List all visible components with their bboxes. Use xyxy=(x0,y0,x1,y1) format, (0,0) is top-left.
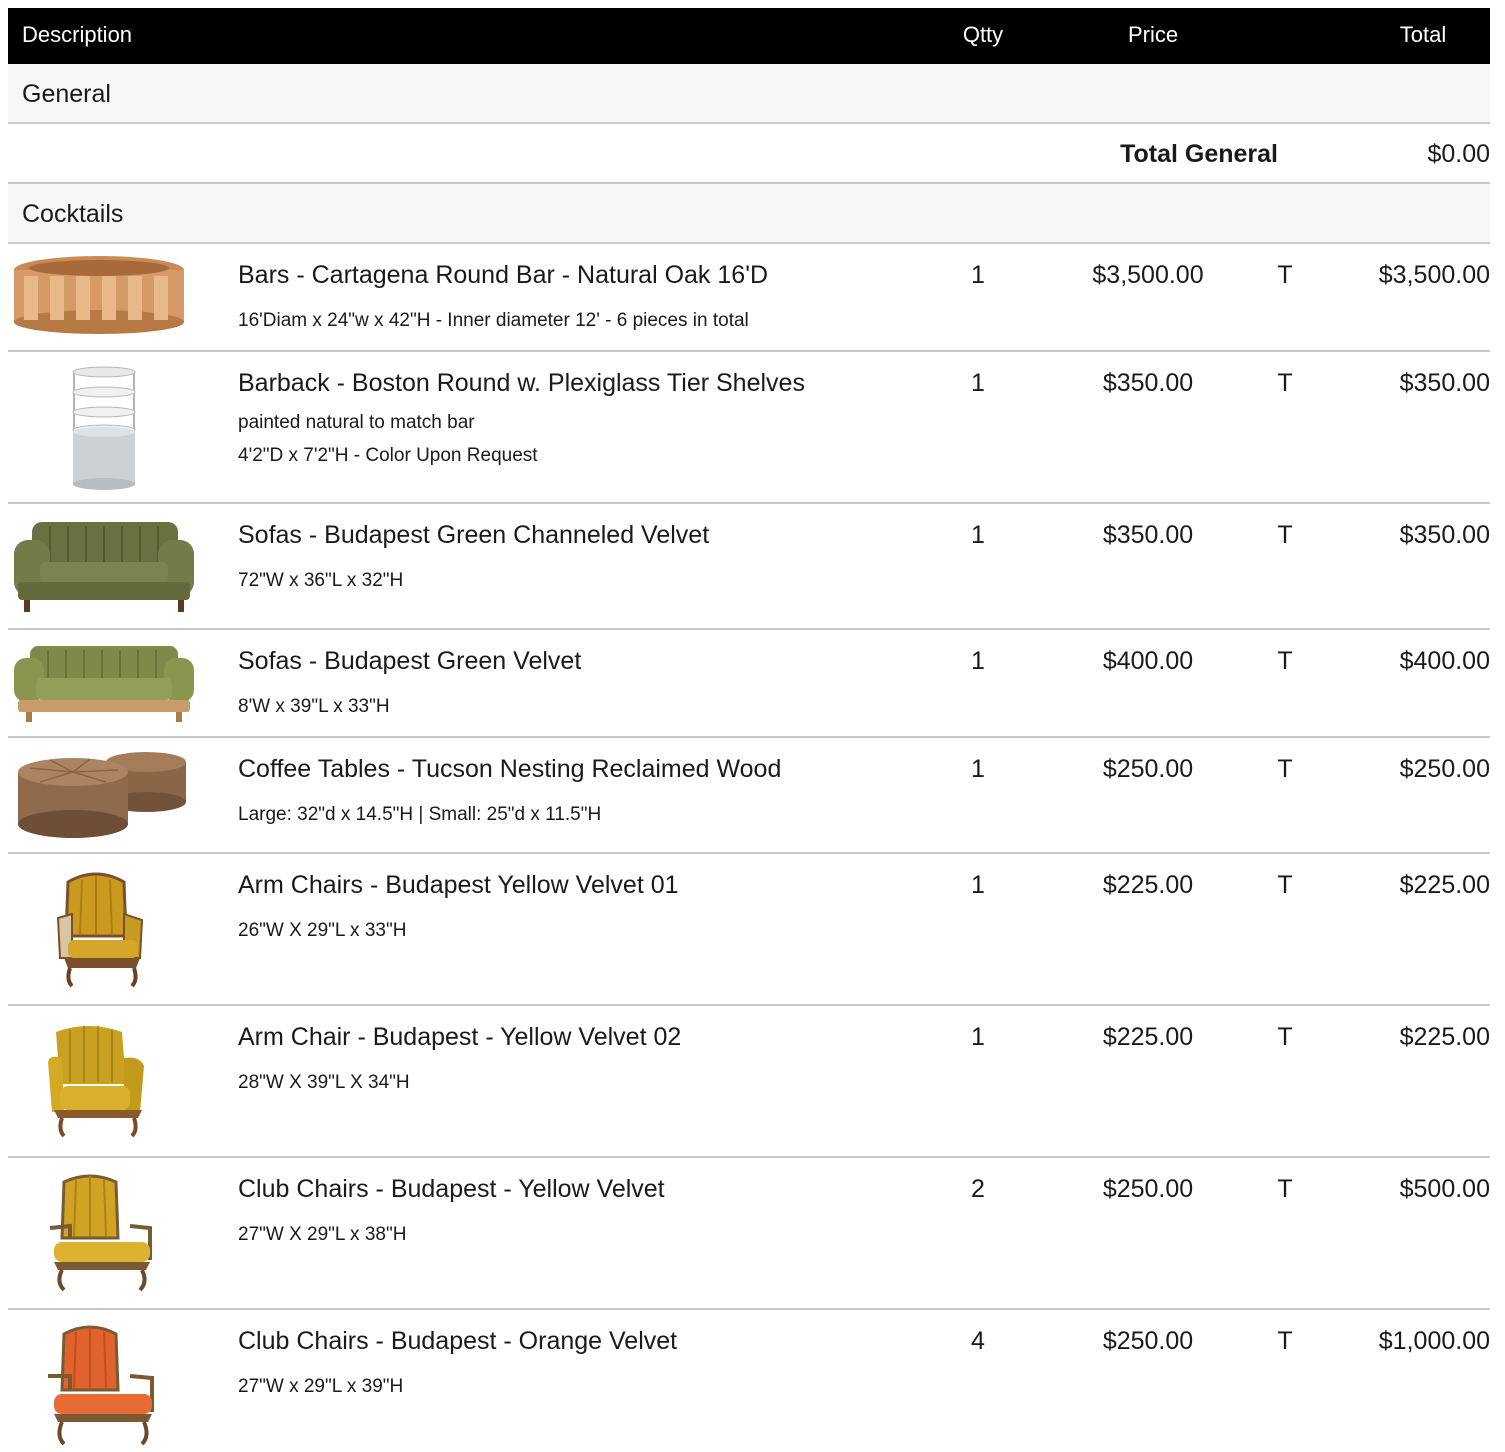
item-price: $225.00 xyxy=(1102,1023,1194,1051)
section-title: General xyxy=(22,80,111,108)
item-details: 72"W x 36"L x 32"H xyxy=(238,564,403,597)
item-price: $250.00 xyxy=(1102,1175,1194,1203)
item-details: painted natural to match bar 4'2"D x 7'2… xyxy=(238,406,538,472)
item-detail-line: 27"W X 29"L x 38"H xyxy=(238,1224,407,1245)
header-price: Price xyxy=(1127,22,1179,47)
section-cocktails: Cocktails xyxy=(8,184,1490,244)
quote-sheet: Description Qtty Price Total General Tot… xyxy=(8,8,1490,1450)
subtotal-value: $0.00 xyxy=(1427,140,1490,168)
coffee-tables-image xyxy=(10,746,198,842)
item-detail-line: 26"W X 29"L x 33"H xyxy=(238,920,407,941)
item-name: Sofas - Budapest Green Channeled Velvet xyxy=(238,521,710,549)
item-name: Club Chairs - Budapest - Yellow Velvet xyxy=(238,1175,665,1203)
item-name: Coffee Tables - Tucson Nesting Reclaimed… xyxy=(238,755,782,783)
item-detail-line: 8'W x 39"L x 33"H xyxy=(238,696,390,717)
item-details: 27"W X 29"L x 38"H xyxy=(238,1218,406,1251)
item-name: Club Chairs - Budapest - Orange Velvet xyxy=(238,1327,678,1355)
item-details: 27"W x 29"L x 39"H xyxy=(238,1370,403,1403)
item-qty: 1 xyxy=(971,521,985,549)
table-row: Sofas - Budapest Green Channeled Velvet … xyxy=(8,504,1490,630)
item-total: $225.00 xyxy=(1399,871,1490,899)
header-description: Description xyxy=(22,22,133,47)
item-qty: 4 xyxy=(971,1327,985,1355)
item-details: Large: 32"d x 14.5"H | Small: 25"d x 11.… xyxy=(238,798,601,831)
table-row: Arm Chair - Budapest - Yellow Velvet 02 … xyxy=(8,1006,1490,1158)
orange-club-chair-image xyxy=(10,1318,198,1450)
item-price: $350.00 xyxy=(1102,521,1194,549)
item-name: Sofas - Budapest Green Velvet xyxy=(238,647,582,675)
item-name: Arm Chair - Budapest - Yellow Velvet 02 xyxy=(238,1023,682,1051)
item-qty: 2 xyxy=(971,1175,985,1203)
item-total: $225.00 xyxy=(1399,1023,1490,1051)
item-qty: 1 xyxy=(971,755,985,783)
item-name: Bars - Cartagena Round Bar - Natural Oak… xyxy=(238,261,769,289)
item-qty: 1 xyxy=(971,871,985,899)
section-general: General xyxy=(8,64,1490,124)
table-row: Barback - Boston Round w. Plexiglass Tie… xyxy=(8,352,1490,504)
item-price: $400.00 xyxy=(1102,647,1194,675)
item-tax-flag: T xyxy=(1277,1023,1293,1051)
item-detail-line: painted natural to match bar xyxy=(238,412,475,433)
barback-shelves-image xyxy=(10,360,198,492)
item-details: 28"W X 39"L X 34"H xyxy=(238,1066,410,1099)
item-total: $500.00 xyxy=(1399,1175,1490,1203)
yellow-arm-chair-image xyxy=(10,862,198,994)
table-row: Coffee Tables - Tucson Nesting Reclaimed… xyxy=(8,738,1490,854)
item-details: 16'Diam x 24"w x 42"H - Inner diameter 1… xyxy=(238,304,749,337)
item-qty: 1 xyxy=(971,647,985,675)
item-details: 26"W X 29"L x 33"H xyxy=(238,914,406,947)
item-detail-line: 16'Diam x 24"w x 42"H - Inner diameter 1… xyxy=(238,310,749,331)
item-price: $250.00 xyxy=(1102,755,1194,783)
item-total: $350.00 xyxy=(1399,369,1490,397)
item-tax-flag: T xyxy=(1277,755,1293,783)
item-total: $400.00 xyxy=(1399,647,1490,675)
item-name: Arm Chairs - Budapest Yellow Velvet 01 xyxy=(238,871,679,899)
table-header: Description Qtty Price Total xyxy=(8,8,1490,64)
item-tax-flag: T xyxy=(1277,521,1293,549)
table-row: Sofas - Budapest Green Velvet 8'W x 39"L… xyxy=(8,630,1490,738)
item-qty: 1 xyxy=(971,369,985,397)
yellow-arm-chair-2-image xyxy=(10,1014,198,1146)
yellow-club-chair-image xyxy=(10,1166,198,1298)
item-total: $1,000.00 xyxy=(1378,1327,1490,1355)
section-title: Cocktails xyxy=(22,200,124,228)
item-tax-flag: T xyxy=(1277,871,1293,899)
item-total: $350.00 xyxy=(1399,521,1490,549)
item-detail-line: 4'2"D x 7'2"H - Color Upon Request xyxy=(238,445,538,466)
item-qty: 1 xyxy=(971,1023,985,1051)
table-row: Arm Chairs - Budapest Yellow Velvet 01 2… xyxy=(8,854,1490,1006)
green-sofa-image xyxy=(10,512,198,618)
header-qty: Qtty xyxy=(962,22,1004,47)
item-name: Barback - Boston Round w. Plexiglass Tie… xyxy=(238,369,805,397)
item-price: $3,500.00 xyxy=(1092,261,1204,289)
item-price: $250.00 xyxy=(1102,1327,1194,1355)
item-tax-flag: T xyxy=(1277,647,1293,675)
item-price: $350.00 xyxy=(1102,369,1194,397)
item-detail-line: Large: 32"d x 14.5"H | Small: 25"d x 11.… xyxy=(238,804,602,825)
item-tax-flag: T xyxy=(1277,1327,1293,1355)
item-details: 8'W x 39"L x 33"H xyxy=(238,690,390,723)
item-detail-line: 72"W x 36"L x 32"H xyxy=(238,570,404,591)
item-detail-line: 28"W X 39"L X 34"H xyxy=(238,1072,410,1093)
item-detail-line: 27"W x 29"L x 39"H xyxy=(238,1376,404,1397)
subtotal-label: Total General xyxy=(1120,140,1278,168)
item-price: $225.00 xyxy=(1102,871,1194,899)
item-tax-flag: T xyxy=(1277,261,1293,289)
item-qty: 1 xyxy=(971,261,985,289)
item-tax-flag: T xyxy=(1277,369,1293,397)
round-bar-image xyxy=(10,252,198,334)
table-row: Club Chairs - Budapest - Orange Velvet 2… xyxy=(8,1310,1490,1450)
green-velvet-sofa-image xyxy=(10,638,198,726)
item-total: $250.00 xyxy=(1399,755,1490,783)
header-total: Total xyxy=(1399,22,1447,47)
table-row: Club Chairs - Budapest - Yellow Velvet 2… xyxy=(8,1158,1490,1310)
subtotal-general: Total General $0.00 xyxy=(8,124,1490,184)
item-total: $3,500.00 xyxy=(1378,261,1490,289)
item-tax-flag: T xyxy=(1277,1175,1293,1203)
table-row: Bars - Cartagena Round Bar - Natural Oak… xyxy=(8,244,1490,352)
